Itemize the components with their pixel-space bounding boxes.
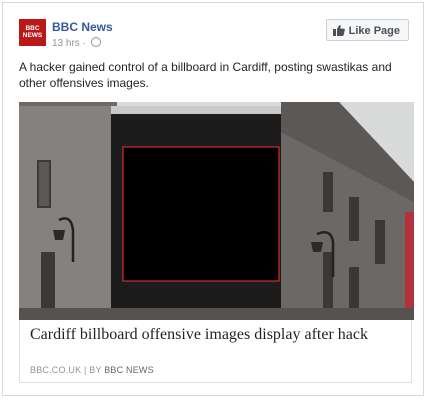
post-image[interactable]: [19, 102, 414, 320]
link-source: BBC.CO.UK | BY BBC NEWS: [30, 365, 154, 375]
like-page-button[interactable]: Like Page: [325, 19, 409, 41]
logo-line-bbc: BBC: [25, 25, 40, 32]
link-title[interactable]: Cardiff billboard offensive images displ…: [30, 326, 368, 344]
logo-line-news: NEWS: [22, 32, 43, 39]
by-label: BY: [89, 365, 102, 375]
post-meta: 13 hrs ·: [52, 37, 101, 49]
post-header: BBC NEWS BBC News 13 hrs · Like Page: [19, 17, 409, 53]
bbc-news-logo[interactable]: BBC NEWS: [19, 19, 46, 46]
billboard-photo: [19, 102, 414, 320]
like-page-label: Like Page: [348, 25, 400, 37]
post-frame: BBC NEWS BBC News 13 hrs · Like Page A h…: [2, 2, 424, 396]
globe-icon: [90, 37, 101, 47]
page-name-link[interactable]: BBC News: [52, 20, 113, 34]
thumbs-up-icon: [332, 25, 345, 36]
source-domain: BBC.CO.UK: [30, 365, 82, 375]
link-preview-card[interactable]: Cardiff billboard offensive images displ…: [19, 320, 412, 383]
source-divider: |: [84, 365, 87, 375]
meta-separator: ·: [82, 38, 86, 49]
source-author[interactable]: BBC NEWS: [104, 365, 154, 375]
post-timestamp[interactable]: 13 hrs: [52, 38, 80, 49]
post-text: A hacker gained control of a billboard i…: [19, 60, 392, 90]
